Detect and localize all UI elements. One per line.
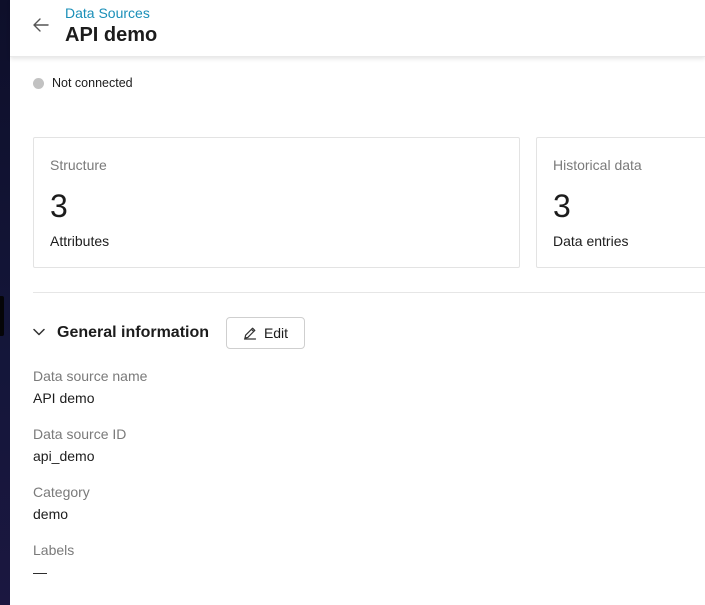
field-value: API demo — [33, 390, 95, 406]
historical-card-sublabel: Data entries — [553, 233, 629, 249]
status-label: Not connected — [52, 76, 133, 90]
field-data-source-id: Data source ID api_demo — [33, 426, 126, 464]
historical-card-label: Historical data — [553, 157, 642, 173]
left-nav-edge — [0, 0, 10, 605]
structure-card-label: Structure — [50, 157, 107, 173]
back-button[interactable] — [30, 14, 52, 36]
status-dot-icon — [33, 77, 44, 89]
field-category: Category demo — [33, 484, 90, 522]
historical-data-card[interactable]: Historical data 3 Data entries — [536, 137, 705, 268]
field-value: api_demo — [33, 448, 95, 464]
arrow-left-icon — [33, 18, 49, 32]
field-label: Data source ID — [33, 426, 127, 442]
field-label: Labels — [33, 542, 75, 558]
field-data-source-name: Data source name API demo — [33, 368, 147, 406]
structure-card-value: 3 — [50, 188, 68, 224]
field-label: Data source name — [33, 368, 148, 384]
structure-card-sublabel: Attributes — [50, 233, 110, 249]
field-value: demo — [33, 506, 69, 522]
field-labels: Labels — — [33, 542, 74, 580]
section-divider — [33, 292, 705, 293]
historical-card-value: 3 — [553, 188, 571, 224]
edit-button-label: Edit — [263, 325, 289, 341]
page-header: Data Sources API demo — [10, 0, 705, 57]
page-title: API demo — [65, 24, 158, 46]
general-info-title: General information — [57, 324, 210, 341]
field-label: Category — [33, 484, 90, 500]
breadcrumb-data-sources[interactable]: Data Sources — [65, 5, 150, 21]
structure-card[interactable]: Structure 3 Attributes — [33, 137, 520, 268]
field-value: — — [33, 564, 47, 580]
data-source-page: Data Sources API demo Not connected Stru… — [10, 0, 705, 605]
nav-edge-notch — [0, 296, 4, 336]
general-info-toggle[interactable] — [30, 323, 48, 341]
pencil-icon — [243, 327, 257, 340]
edit-button[interactable]: Edit — [226, 317, 305, 349]
connection-status: Not connected — [33, 76, 133, 90]
chevron-down-icon — [33, 328, 45, 336]
